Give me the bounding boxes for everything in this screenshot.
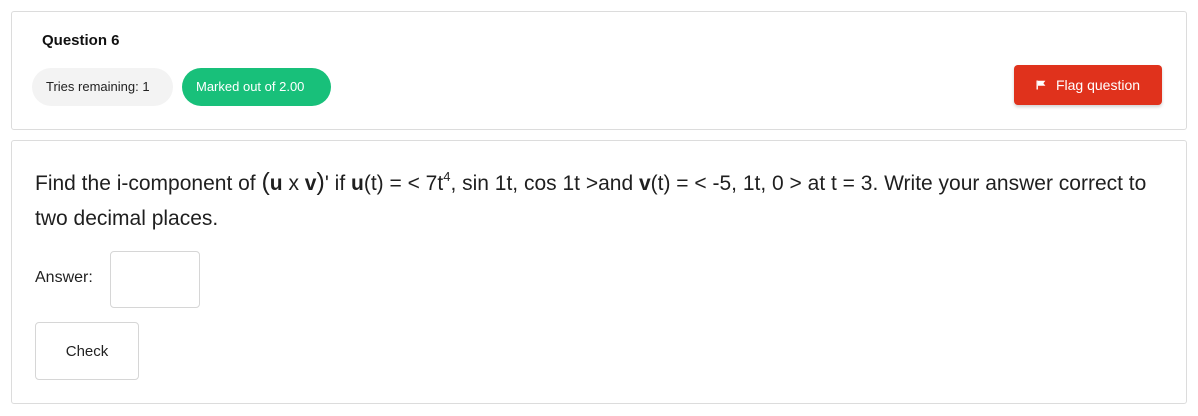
tries-remaining-badge: Tries remaining: 1: [32, 68, 173, 106]
question-number: Question 6: [42, 32, 120, 49]
flag-question-button[interactable]: Flag question: [1014, 65, 1162, 105]
marked-out-of-badge: Marked out of 2.00: [182, 68, 331, 106]
answer-label: Answer:: [35, 269, 93, 286]
question-text: Find the i-component of (u x v)' if u(t)…: [35, 168, 1147, 230]
question-content-panel: Find the i-component of (u x v)' if u(t)…: [11, 140, 1187, 404]
question-info-panel: Question 6 Tries remaining: 1 Marked out…: [11, 11, 1187, 130]
answer-input[interactable]: [110, 251, 200, 308]
flag-question-label: Flag question: [1055, 77, 1141, 93]
check-button[interactable]: Check: [35, 322, 139, 380]
flag-icon: [1036, 80, 1046, 90]
